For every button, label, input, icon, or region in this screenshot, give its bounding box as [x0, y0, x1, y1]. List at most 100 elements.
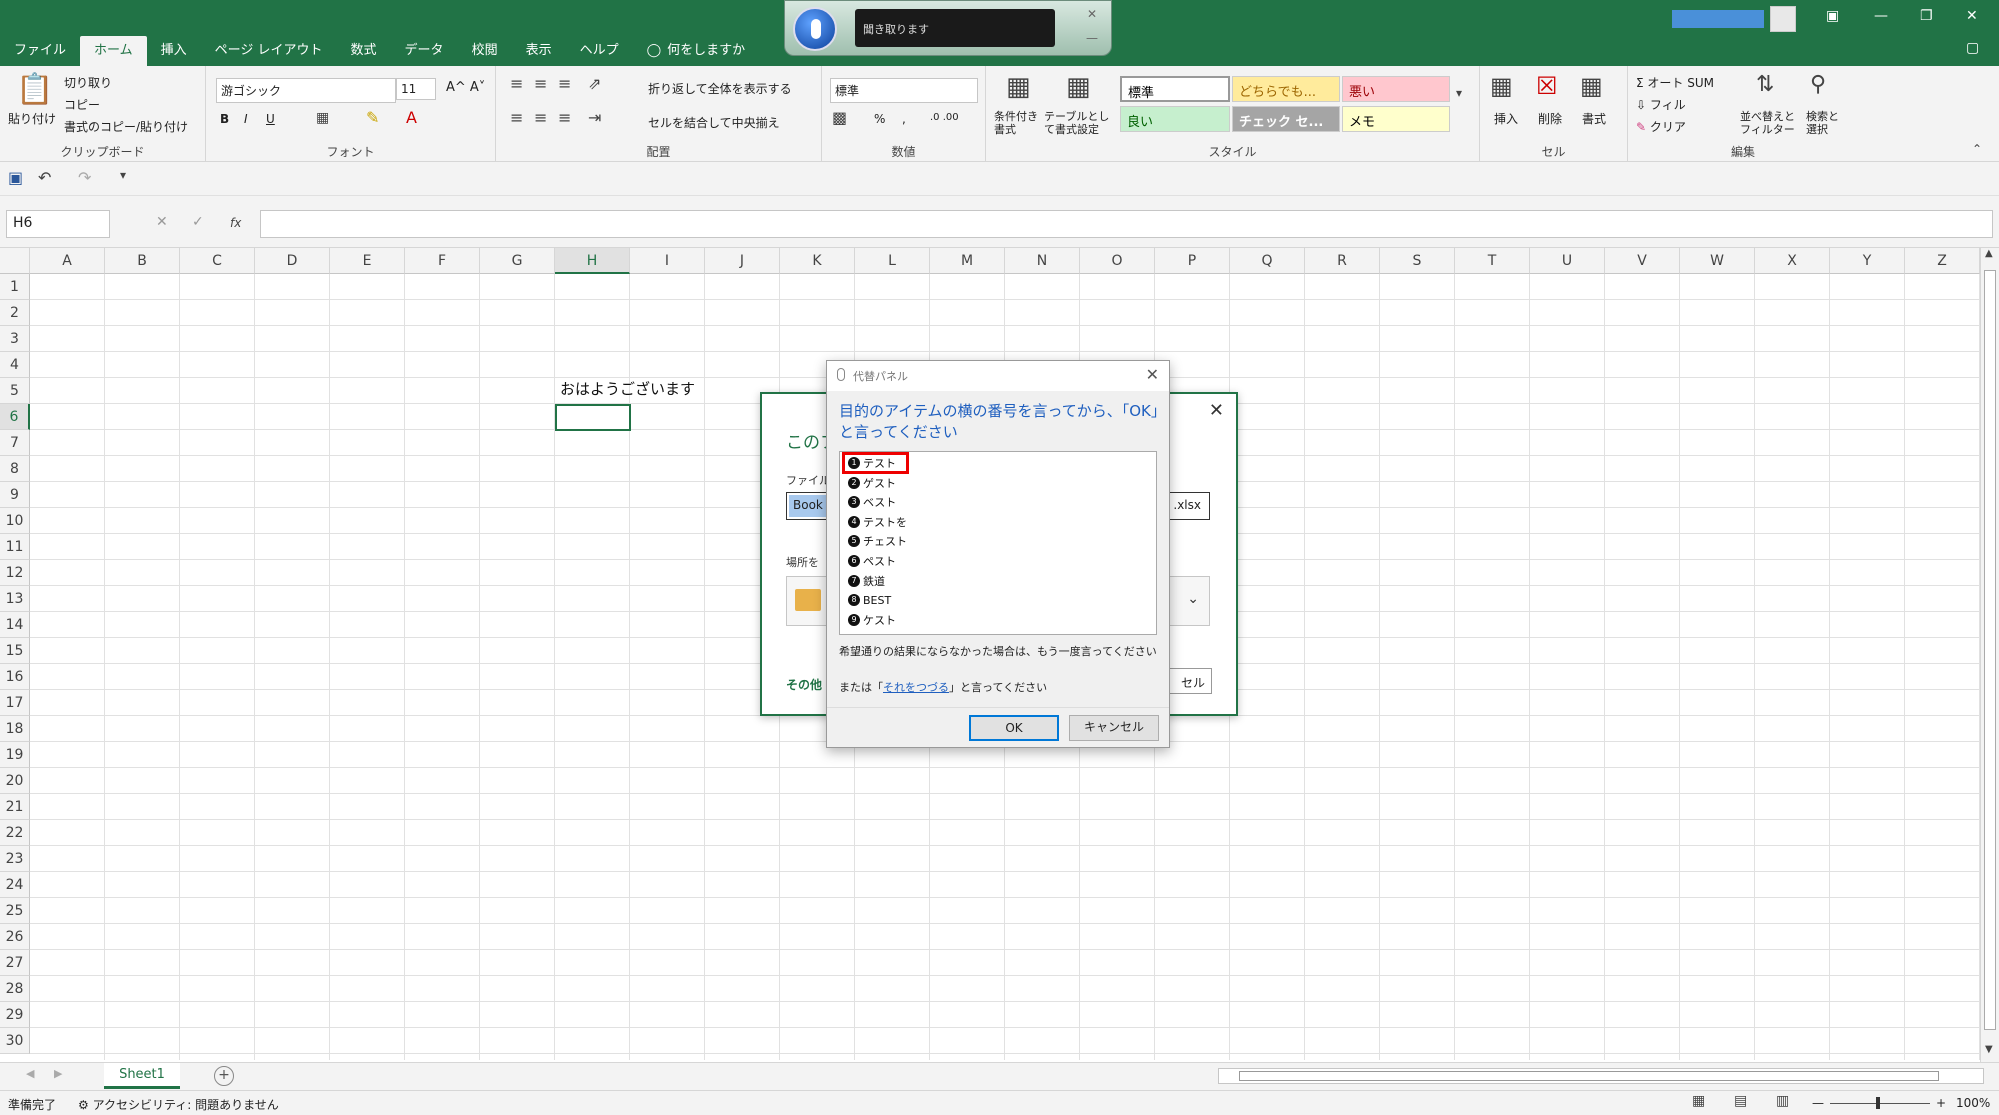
orientation-icon[interactable]: ⇗ — [588, 74, 601, 93]
alternate-item[interactable]: 1 テスト — [842, 452, 909, 474]
column-header[interactable]: E — [330, 248, 405, 274]
paste-button[interactable]: 貼り付け — [8, 110, 56, 127]
row-header[interactable]: 22 — [0, 820, 30, 846]
more-options-link[interactable]: その他 — [786, 676, 822, 693]
row-header[interactable]: 17 — [0, 690, 30, 716]
row-header[interactable]: 8 — [0, 456, 30, 482]
styles-more-icon[interactable]: ▾ — [1456, 86, 1462, 100]
tab-home[interactable]: ホーム — [80, 36, 147, 66]
row-header[interactable]: 26 — [0, 924, 30, 950]
column-header[interactable]: Q — [1230, 248, 1305, 274]
add-sheet-icon[interactable]: + — [214, 1066, 234, 1086]
tab-view[interactable]: 表示 — [512, 36, 566, 66]
style-check-cell[interactable]: チェック セ... — [1232, 106, 1340, 132]
normal-view-icon[interactable]: ▦ — [1692, 1093, 1705, 1109]
avatar[interactable] — [1770, 6, 1796, 32]
indent-icon[interactable]: ⇥ — [588, 108, 601, 127]
column-header[interactable]: O — [1080, 248, 1155, 274]
row-header[interactable]: 1 — [0, 274, 30, 300]
tell-me-box[interactable]: ◯ 何をしますか — [633, 36, 760, 66]
row-header[interactable]: 21 — [0, 794, 30, 820]
row-header[interactable]: 20 — [0, 768, 30, 794]
row-header[interactable]: 30 — [0, 1028, 30, 1054]
tab-help[interactable]: ヘルプ — [566, 36, 633, 66]
find-select-button[interactable]: 検索と選択 — [1806, 110, 1846, 136]
undo-icon[interactable]: ↶ — [38, 168, 51, 187]
alternate-item[interactable]: 8 BEST — [848, 591, 891, 609]
delete-cells-icon[interactable]: ☒ — [1536, 72, 1558, 100]
page-layout-view-icon[interactable]: ▤ — [1734, 1093, 1747, 1109]
sheet-tab-sheet1[interactable]: Sheet1 — [104, 1063, 180, 1089]
copy-button[interactable]: コピー — [64, 96, 100, 113]
row-header[interactable]: 9 — [0, 482, 30, 508]
zoom-slider-thumb[interactable] — [1876, 1097, 1880, 1109]
italic-button[interactable]: I — [244, 112, 248, 126]
insert-function-button[interactable]: fx — [230, 216, 241, 230]
column-header[interactable]: W — [1680, 248, 1755, 274]
speech-close-icon[interactable]: ✕ — [1081, 7, 1103, 25]
sort-filter-icon[interactable]: ⇅ — [1756, 72, 1774, 97]
vertical-scrollbar[interactable]: ▲ ▼ — [1980, 248, 1999, 1062]
save-icon[interactable]: ▣ — [8, 168, 23, 187]
cut-button[interactable]: 切り取り — [64, 74, 112, 91]
row-header[interactable]: 10 — [0, 508, 30, 534]
alternate-item[interactable]: 7 鉄道 — [848, 572, 885, 590]
format-cells-button[interactable]: 書式 — [1582, 110, 1606, 127]
format-painter-button[interactable]: 書式のコピー/貼り付け — [64, 118, 188, 135]
column-header[interactable]: T — [1455, 248, 1530, 274]
row-header[interactable]: 12 — [0, 560, 30, 586]
column-header[interactable]: P — [1155, 248, 1230, 274]
spell-it-link[interactable]: それをつづる — [883, 681, 949, 694]
column-header[interactable]: K — [780, 248, 855, 274]
column-header[interactable]: L — [855, 248, 930, 274]
horizontal-scrollbar[interactable] — [1218, 1068, 1984, 1084]
column-header[interactable]: Y — [1830, 248, 1905, 274]
column-header[interactable]: U — [1530, 248, 1605, 274]
sort-filter-button[interactable]: 並べ替えとフィルター — [1740, 110, 1800, 136]
column-header[interactable]: S — [1380, 248, 1455, 274]
zoom-level[interactable]: 100% — [1956, 1096, 1990, 1110]
align-right-icon[interactable]: ≡ — [558, 108, 571, 127]
column-header[interactable]: V — [1605, 248, 1680, 274]
font-color-icon[interactable]: A — [406, 108, 417, 127]
row-header[interactable]: 28 — [0, 976, 30, 1002]
chevron-down-icon[interactable]: ⌄ — [1187, 591, 1199, 607]
bold-button[interactable]: B — [220, 112, 229, 126]
tab-formulas[interactable]: 数式 — [337, 36, 391, 66]
tab-data[interactable]: データ — [391, 36, 458, 66]
alternates-close-icon[interactable]: ✕ — [1146, 365, 1159, 384]
vertical-scroll-thumb[interactable] — [1984, 270, 1996, 1030]
restore-icon[interactable]: ❐ — [1920, 8, 1933, 24]
column-header[interactable]: Z — [1905, 248, 1980, 274]
fill-color-icon[interactable]: ✎ — [366, 108, 379, 127]
conditional-format-button[interactable]: 条件付き書式 — [994, 110, 1038, 136]
zoom-in-icon[interactable]: + — [1936, 1096, 1946, 1110]
column-header[interactable]: B — [105, 248, 180, 274]
cancel-button[interactable]: キャンセル — [1069, 715, 1159, 741]
column-header[interactable]: I — [630, 248, 705, 274]
tab-insert[interactable]: 挿入 — [147, 36, 201, 66]
column-header[interactable]: F — [405, 248, 480, 274]
search-icon[interactable]: ⚲ — [1810, 72, 1826, 97]
save-dialog-close-icon[interactable]: ✕ — [1209, 400, 1224, 421]
style-good[interactable]: 良い — [1120, 106, 1230, 132]
format-cells-icon[interactable]: ▦ — [1580, 72, 1603, 100]
close-icon[interactable]: ✕ — [1966, 8, 1978, 24]
comment-icon[interactable]: ▢ — [1966, 40, 1979, 56]
scroll-down-icon[interactable]: ▼ — [1985, 1044, 1993, 1055]
name-box[interactable]: H6 — [6, 210, 110, 238]
user-name-bar[interactable] — [1672, 10, 1764, 28]
row-header[interactable]: 19 — [0, 742, 30, 768]
border-icon[interactable]: ▦ — [316, 110, 329, 126]
clear-button[interactable]: ✎ クリア — [1636, 118, 1686, 135]
font-grow-icon[interactable]: A^ A˅ — [446, 80, 485, 95]
select-all-corner[interactable] — [0, 248, 30, 274]
zoom-slider[interactable] — [1830, 1103, 1930, 1104]
row-header[interactable]: 11 — [0, 534, 30, 560]
align-top-icon[interactable]: ≡ — [510, 74, 523, 93]
row-header[interactable]: 4 — [0, 352, 30, 378]
percent-button[interactable]: % — [874, 112, 885, 126]
column-header[interactable]: X — [1755, 248, 1830, 274]
column-header[interactable]: C — [180, 248, 255, 274]
currency-icon[interactable]: ▩ — [832, 108, 847, 127]
